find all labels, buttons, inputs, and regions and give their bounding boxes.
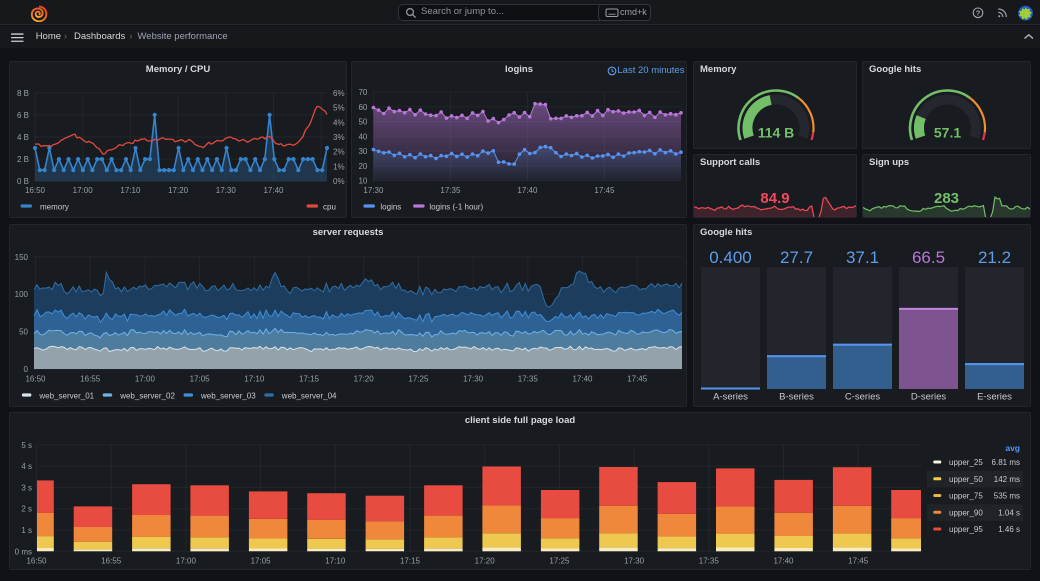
svg-text:E-series: E-series bbox=[977, 392, 1012, 403]
svg-text:30: 30 bbox=[358, 147, 367, 156]
svg-text:logins (-1 hour): logins (-1 hour) bbox=[429, 203, 483, 212]
svg-text:16:50: 16:50 bbox=[25, 375, 46, 384]
svg-text:17:45: 17:45 bbox=[627, 375, 648, 384]
svg-text:17:40: 17:40 bbox=[773, 556, 794, 565]
svg-text:cpu: cpu bbox=[323, 203, 336, 212]
svg-text:web_server_03: web_server_03 bbox=[200, 391, 256, 400]
svg-text:66.5: 66.5 bbox=[912, 248, 945, 267]
svg-text:17:25: 17:25 bbox=[549, 556, 570, 565]
svg-text:40: 40 bbox=[358, 132, 367, 141]
svg-text:logins: logins bbox=[380, 203, 401, 212]
svg-text:1 s: 1 s bbox=[21, 526, 32, 535]
svg-text:17:30: 17:30 bbox=[624, 556, 645, 565]
svg-text:27.7: 27.7 bbox=[780, 248, 813, 267]
svg-text:17:40: 17:40 bbox=[517, 186, 538, 195]
svg-text:1.04 s: 1.04 s bbox=[998, 508, 1020, 517]
svg-text:17:20: 17:20 bbox=[354, 375, 375, 384]
svg-text:3%: 3% bbox=[333, 133, 345, 142]
svg-text:50: 50 bbox=[19, 328, 28, 337]
svg-text:20: 20 bbox=[358, 162, 367, 171]
svg-text:2 B: 2 B bbox=[17, 155, 29, 164]
svg-text:21.2: 21.2 bbox=[978, 248, 1011, 267]
svg-text:50: 50 bbox=[358, 118, 367, 127]
svg-text:16:55: 16:55 bbox=[80, 375, 101, 384]
svg-text:C-series: C-series bbox=[845, 392, 881, 403]
svg-text:17:20: 17:20 bbox=[168, 186, 189, 195]
svg-text:17:35: 17:35 bbox=[440, 186, 461, 195]
svg-text:8 B: 8 B bbox=[17, 89, 29, 98]
svg-text:535 ms: 535 ms bbox=[994, 492, 1020, 501]
svg-text:0: 0 bbox=[24, 365, 29, 374]
svg-text:150: 150 bbox=[15, 253, 29, 262]
svg-text:4 s: 4 s bbox=[21, 462, 32, 471]
svg-text:60: 60 bbox=[358, 103, 367, 112]
svg-text:17:10: 17:10 bbox=[120, 186, 141, 195]
svg-text:2 s: 2 s bbox=[21, 505, 32, 514]
svg-text:6.81 ms: 6.81 ms bbox=[992, 458, 1020, 467]
svg-text:upper_50: upper_50 bbox=[949, 475, 983, 484]
svg-text:17:15: 17:15 bbox=[400, 556, 421, 565]
svg-text:17:25: 17:25 bbox=[408, 375, 429, 384]
svg-text:16:55: 16:55 bbox=[101, 556, 122, 565]
svg-text:5%: 5% bbox=[333, 104, 345, 113]
svg-text:17:30: 17:30 bbox=[463, 375, 484, 384]
svg-text:100: 100 bbox=[15, 290, 29, 299]
svg-text:10: 10 bbox=[358, 177, 367, 186]
svg-text:web_server_04: web_server_04 bbox=[281, 391, 337, 400]
svg-text:B-series: B-series bbox=[779, 392, 814, 403]
svg-text:17:30: 17:30 bbox=[216, 186, 237, 195]
svg-text:17:00: 17:00 bbox=[135, 375, 156, 384]
svg-text:17:15: 17:15 bbox=[299, 375, 320, 384]
svg-text:17:10: 17:10 bbox=[244, 375, 265, 384]
svg-text:17:35: 17:35 bbox=[699, 556, 720, 565]
svg-text:142 ms: 142 ms bbox=[994, 475, 1020, 484]
svg-text:16:50: 16:50 bbox=[26, 556, 47, 565]
svg-text:17:30: 17:30 bbox=[363, 186, 384, 195]
svg-text:17:00: 17:00 bbox=[73, 186, 94, 195]
svg-text:4 B: 4 B bbox=[17, 133, 29, 142]
svg-text:web_server_02: web_server_02 bbox=[119, 391, 175, 400]
svg-text:17:05: 17:05 bbox=[251, 556, 272, 565]
svg-text:D-series: D-series bbox=[911, 392, 947, 403]
svg-text:17:40: 17:40 bbox=[572, 375, 593, 384]
svg-text:17:00: 17:00 bbox=[176, 556, 197, 565]
svg-text:17:05: 17:05 bbox=[190, 375, 211, 384]
svg-text:memory: memory bbox=[40, 203, 69, 212]
svg-text:2%: 2% bbox=[333, 148, 345, 157]
svg-text:3 s: 3 s bbox=[21, 483, 32, 492]
svg-text:17:35: 17:35 bbox=[518, 375, 539, 384]
svg-text:0.400: 0.400 bbox=[709, 248, 752, 267]
svg-text:1%: 1% bbox=[333, 163, 345, 172]
svg-text:17:45: 17:45 bbox=[848, 556, 869, 565]
svg-text:4%: 4% bbox=[333, 118, 345, 127]
svg-text:web_server_01: web_server_01 bbox=[38, 391, 94, 400]
svg-text:6%: 6% bbox=[333, 89, 345, 98]
svg-text:1.46 s: 1.46 s bbox=[998, 525, 1020, 534]
svg-text:A-series: A-series bbox=[713, 392, 748, 403]
svg-text:17:20: 17:20 bbox=[475, 556, 496, 565]
svg-text:upper_95: upper_95 bbox=[949, 525, 983, 534]
svg-text:37.1: 37.1 bbox=[846, 248, 879, 267]
svg-text:0 ms: 0 ms bbox=[15, 547, 32, 556]
svg-text:17:45: 17:45 bbox=[594, 186, 615, 195]
svg-text:6 B: 6 B bbox=[17, 111, 29, 120]
svg-text:upper_25: upper_25 bbox=[949, 458, 983, 467]
svg-text:avg: avg bbox=[1005, 443, 1020, 453]
svg-text:70: 70 bbox=[358, 88, 367, 97]
svg-text:5 s: 5 s bbox=[21, 441, 32, 450]
svg-text:16:50: 16:50 bbox=[25, 186, 46, 195]
svg-text:0%: 0% bbox=[333, 177, 345, 186]
svg-text:0 B: 0 B bbox=[17, 177, 29, 186]
svg-text:?: ? bbox=[976, 9, 981, 18]
svg-text:upper_75: upper_75 bbox=[949, 492, 983, 501]
svg-text:57.1: 57.1 bbox=[934, 125, 961, 141]
svg-text:17:10: 17:10 bbox=[325, 556, 346, 565]
svg-text:114 B: 114 B bbox=[758, 125, 795, 141]
svg-text:17:40: 17:40 bbox=[263, 186, 284, 195]
svg-text:upper_90: upper_90 bbox=[949, 508, 983, 517]
